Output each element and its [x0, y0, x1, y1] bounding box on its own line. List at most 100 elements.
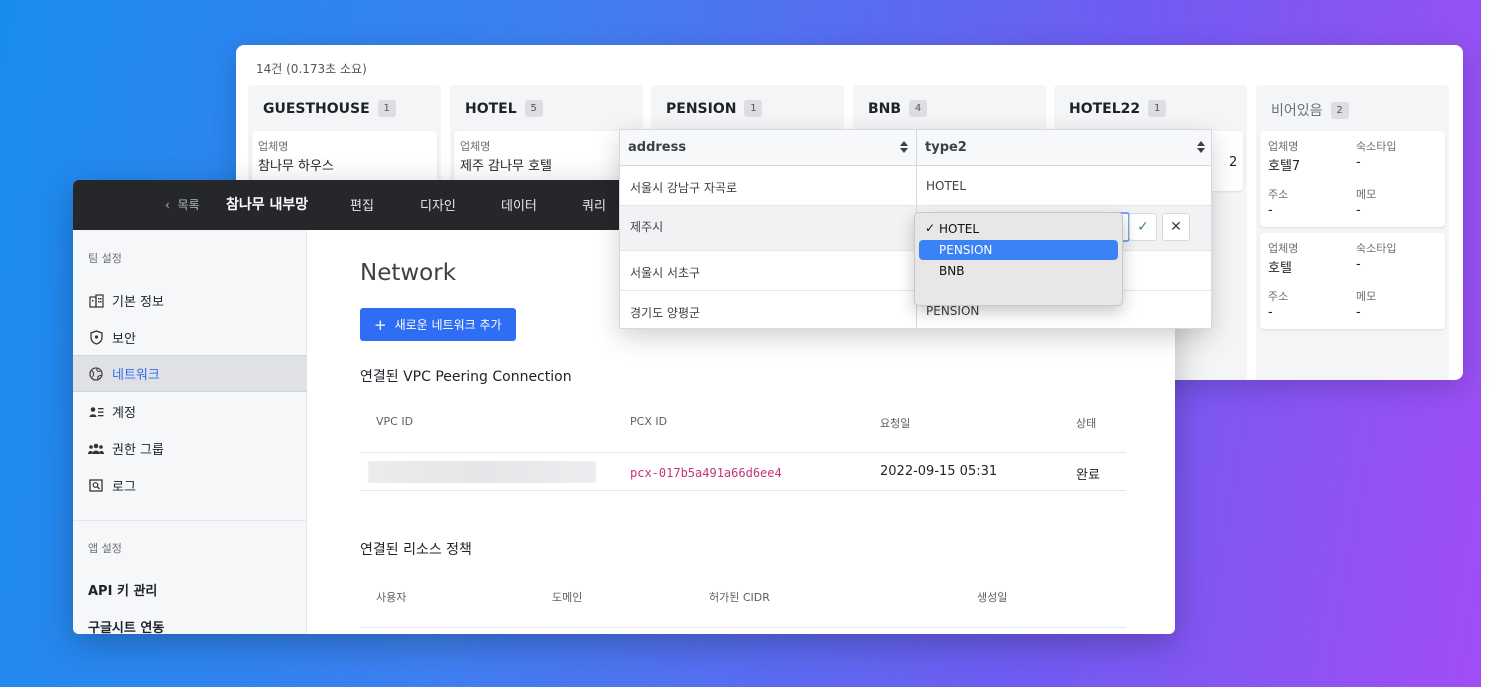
sidebar-item-security[interactable]: 보안	[73, 319, 307, 356]
log-search-icon	[88, 478, 104, 494]
card-field-value: 2	[1229, 155, 1238, 170]
users-group-icon	[88, 441, 104, 457]
vpc-id-redacted	[368, 461, 596, 483]
card-field-label: 메모	[1356, 188, 1377, 201]
card-field-label: 주소	[1268, 188, 1289, 201]
sidebar-item-google-sheets[interactable]: 구글시트 연동	[73, 608, 307, 634]
dropdown-option-hotel[interactable]: ✓ HOTEL	[919, 219, 1118, 239]
grid-cell-address: 경기도 양평군	[630, 306, 701, 320]
column-header-domain: 도메인	[552, 591, 583, 604]
column-header-allowed-cidr: 허가된 CIDR	[709, 591, 770, 604]
sidebar-item-log[interactable]: 로그	[73, 467, 307, 504]
nav-item-design[interactable]: 디자인	[420, 195, 456, 214]
table-row-divider	[360, 490, 1126, 491]
sidebar-item-label: 권한 그룹	[112, 443, 164, 458]
sidebar-item-network[interactable]: 네트워크	[73, 355, 307, 392]
card-field-label: 숙소타입	[1356, 140, 1397, 153]
card-field-value: -	[1356, 203, 1361, 218]
vpc-section-title: 연결된 VPC Peering Connection	[360, 369, 572, 385]
card-field-value: 호텔	[1268, 261, 1292, 276]
grid-cell-address: 서울시 강남구 자곡로	[630, 181, 737, 195]
result-count: 14건 (0.173초 소요)	[256, 62, 367, 76]
grid-cell-type2: PENSION	[926, 304, 980, 318]
card-field-value: -	[1356, 257, 1361, 272]
pcx-id-value: pcx-017b5a491a66d6ee4	[630, 466, 782, 480]
column-title: PENSION	[666, 100, 737, 117]
column-header: 비어있음 2	[1271, 100, 1349, 120]
user-list-icon	[88, 404, 104, 420]
window-edge	[1481, 0, 1500, 687]
grid-column-address[interactable]: address	[628, 140, 686, 155]
column-header-request-date: 요청일	[880, 417, 911, 430]
building-icon	[88, 293, 104, 309]
column-header: HOTEL22 1	[1069, 100, 1167, 117]
sidebar: 팀 설정 기본 정보 보안 네트워크 계정 권한 그룹 로그 앱 설정 API …	[73, 230, 307, 634]
card-field-value: -	[1268, 203, 1273, 218]
sidebar-item-label: 기본 정보	[112, 295, 164, 310]
card-field-label: 숙소타입	[1356, 242, 1397, 255]
sidebar-item-label: API 키 관리	[88, 584, 158, 599]
column-title: HOTEL22	[1069, 100, 1141, 117]
sidebar-item-api-keys[interactable]: API 키 관리	[73, 571, 307, 608]
cell-editor-actions: ✓ ✕	[1129, 213, 1190, 242]
table-header-divider	[360, 452, 1126, 453]
sidebar-section-app: 앱 설정	[88, 542, 122, 555]
sidebar-item-label: 네트워크	[112, 368, 160, 383]
card-field-label: 업체명	[1268, 140, 1299, 153]
checkmark-icon: ✓	[925, 221, 936, 235]
card-field-value: -	[1356, 155, 1361, 170]
table-header-divider	[360, 627, 1126, 628]
check-icon: ✓	[1137, 219, 1149, 235]
add-network-button[interactable]: + 새로운 네트워크 추가	[360, 308, 516, 341]
card-field-label: 메모	[1356, 290, 1377, 303]
back-label: 목록	[177, 198, 200, 212]
column-header: HOTEL 5	[465, 100, 543, 117]
sidebar-item-label: 로그	[112, 480, 136, 495]
option-label: PENSION	[939, 243, 993, 257]
type2-dropdown-menu: ✓ HOTEL PENSION BNB	[914, 212, 1123, 306]
cancel-edit-button[interactable]: ✕	[1162, 213, 1190, 241]
card-field-label: 업체명	[460, 140, 491, 153]
sidebar-item-basic-info[interactable]: 기본 정보	[73, 282, 307, 319]
confirm-edit-button[interactable]: ✓	[1129, 213, 1157, 241]
add-network-label: 새로운 네트워크 추가	[394, 318, 502, 332]
column-title: BNB	[868, 100, 902, 117]
card-field-value: 호텔7	[1268, 159, 1301, 174]
shield-icon	[88, 330, 104, 346]
column-header: GUESTHOUSE 1	[263, 100, 396, 117]
column-header: BNB 4	[868, 100, 928, 117]
column-count-badge: 1	[744, 100, 763, 117]
dropdown-option-pension[interactable]: PENSION	[919, 240, 1118, 260]
column-count-badge: 5	[524, 100, 543, 117]
request-date-value: 2022-09-15 05:31	[880, 464, 998, 479]
nav-item-edit[interactable]: 편집	[350, 195, 374, 214]
sidebar-item-permission-groups[interactable]: 권한 그룹	[73, 430, 307, 467]
card-field-value: -	[1268, 305, 1273, 320]
sort-icon[interactable]	[1196, 139, 1206, 155]
sidebar-item-account[interactable]: 계정	[73, 393, 307, 430]
dropdown-option-bnb[interactable]: BNB	[919, 261, 1118, 281]
column-header: PENSION 1	[666, 100, 763, 117]
status-value: 완료	[1076, 468, 1100, 483]
card-field-label: 업체명	[1268, 242, 1299, 255]
option-label: HOTEL	[939, 222, 980, 236]
grid-column-type2[interactable]: type2	[925, 140, 967, 155]
kanban-card[interactable]: 업체명 호텔7 숙소타입 - 주소 - 메모 -	[1260, 131, 1445, 227]
sidebar-item-label: 계정	[112, 406, 136, 421]
column-count-badge: 2	[1330, 101, 1349, 119]
sort-icon[interactable]	[899, 139, 909, 155]
nav-item-data[interactable]: 데이터	[501, 195, 537, 214]
sidebar-item-label: 보안	[112, 332, 136, 347]
column-title: HOTEL	[465, 100, 517, 117]
nav-item-query[interactable]: 쿼리	[582, 195, 606, 214]
kanban-card[interactable]: 업체명 호텔 숙소타입 - 주소 - 메모 -	[1260, 233, 1445, 329]
grid-cell-address: 제주시	[630, 220, 664, 234]
column-count-badge: 4	[909, 100, 928, 117]
kanban-column-empty: 비어있음 2 업체명 호텔7 숙소타입 - 주소 - 메모 - 업체명 호텔 숙…	[1256, 85, 1449, 380]
grid-cell-address: 서울시 서초구	[630, 266, 701, 280]
column-title: 비어있음	[1271, 103, 1323, 119]
policy-section-title: 연결된 리소스 정책	[360, 542, 472, 558]
column-header-status: 상태	[1076, 417, 1097, 430]
column-header-pcx-id: PCX ID	[630, 415, 668, 428]
back-link[interactable]: ‹ 목록	[165, 196, 200, 213]
